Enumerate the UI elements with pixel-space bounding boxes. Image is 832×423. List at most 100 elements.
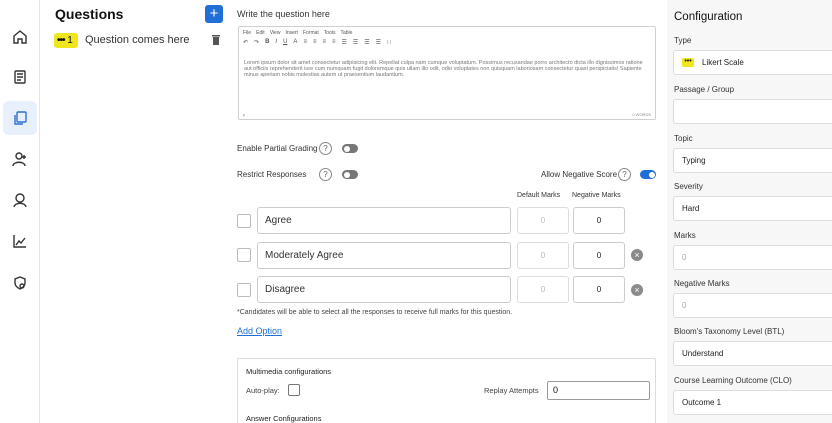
menu-view[interactable]: View	[270, 30, 281, 36]
rich-text-editor[interactable]: File Edit View Insert Format Tools Table…	[238, 26, 656, 120]
option-checkbox[interactable]	[237, 214, 251, 228]
topic-label: Topic	[674, 134, 693, 143]
negative-marks-label: Negative Marks	[674, 279, 730, 288]
numbered-list-icon[interactable]: ☰	[353, 39, 358, 46]
autoplay-checkbox[interactable]	[288, 384, 300, 396]
question-editor: Write the question here File Edit View I…	[230, 0, 660, 423]
default-marks-input[interactable]: 0	[517, 207, 569, 234]
negative-score-toggle[interactable]	[640, 170, 656, 179]
passage-label: Passage / Group	[674, 85, 735, 94]
default-marks-input[interactable]: 0	[517, 276, 569, 303]
restrict-responses-label: Restrict Responses	[237, 170, 307, 179]
clo-label: Course Learning Outcome (CLO)	[674, 376, 792, 385]
more-icon[interactable]: ∷	[387, 39, 391, 46]
rail-questions[interactable]	[3, 101, 37, 135]
multimedia-title: Multimedia configurations	[246, 367, 332, 376]
negative-marks-input[interactable]: 0	[573, 276, 625, 303]
replay-attempts-input[interactable]: 0	[547, 381, 650, 400]
settings-shield-icon	[14, 276, 26, 290]
question-type-badge: ••• 1	[54, 33, 78, 48]
negative-marks-header: Negative Marks	[572, 192, 621, 199]
menu-insert[interactable]: Insert	[285, 30, 298, 36]
topic-select[interactable]: Typing	[673, 148, 832, 173]
negative-score-help-icon[interactable]: ?	[618, 168, 631, 181]
analytics-icon	[13, 235, 26, 248]
question-number: 1	[67, 35, 73, 46]
align-justify-icon[interactable]: ≡	[332, 39, 336, 46]
partial-grading-toggle[interactable]	[342, 144, 358, 153]
partial-grading-help-icon[interactable]: ?	[319, 142, 332, 155]
type-select[interactable]: ••• Likert Scale	[673, 50, 832, 75]
menu-format[interactable]: Format	[303, 30, 319, 36]
editor-content[interactable]: Lorem ipsum dolor sit amet consectetur a…	[244, 60, 649, 78]
icon-rail	[0, 0, 40, 423]
autoplay-label: Auto-play:	[246, 386, 280, 395]
align-left-icon[interactable]: ≡	[303, 39, 307, 46]
answer-config-title: Answer Configurations	[246, 414, 322, 423]
passage-select[interactable]	[673, 99, 832, 124]
default-marks-input[interactable]: 0	[517, 242, 569, 269]
editor-path: p	[243, 112, 246, 117]
remove-option-icon[interactable]: ×	[631, 249, 643, 261]
partial-grading-label: Enable Partial Grading	[237, 144, 318, 153]
restrict-responses-toggle[interactable]	[342, 170, 358, 179]
restrict-responses-help-icon[interactable]: ?	[319, 168, 332, 181]
italic-button[interactable]: I	[275, 39, 277, 46]
home-icon	[13, 30, 27, 44]
question-list: Questions + ••• 1 Question comes here	[48, 0, 228, 423]
replay-attempts-label: Replay Attempts	[484, 386, 539, 395]
type-value: Likert Scale	[702, 58, 744, 67]
rail-courses[interactable]	[3, 60, 37, 94]
rail-user[interactable]	[3, 183, 37, 217]
likert-type-icon: •••	[682, 58, 694, 68]
full-marks-note: *Candidates will be able to select all t…	[237, 309, 513, 316]
remove-option-icon[interactable]: ×	[631, 284, 643, 296]
add-question-button[interactable]: +	[205, 5, 223, 23]
bold-button[interactable]: B	[265, 39, 269, 46]
option-text-input[interactable]: Agree	[257, 207, 511, 234]
marks-label: Marks	[674, 231, 696, 240]
questions-icon	[14, 111, 27, 125]
outdent-icon[interactable]: ☰	[364, 39, 369, 46]
option-checkbox[interactable]	[237, 283, 251, 297]
editor-toolbar: ↶ ↷ B I U A ≡ ≡ ≡ ≡ ☰ ☰ ☰ ☰ ∷	[243, 39, 391, 46]
rail-settings[interactable]	[3, 266, 37, 300]
btl-select[interactable]: Understand	[673, 341, 832, 366]
negative-marks-config-input[interactable]: 0	[673, 293, 832, 318]
negative-marks-input[interactable]: 0	[573, 207, 625, 234]
indent-icon[interactable]: ☰	[376, 39, 381, 46]
bullet-list-icon[interactable]: ☰	[342, 39, 347, 46]
rail-add-user[interactable]	[3, 142, 37, 176]
option-text-input[interactable]: Moderately Agree	[257, 242, 511, 269]
courses-icon	[14, 70, 26, 84]
align-center-icon[interactable]: ≡	[313, 39, 317, 46]
user-icon	[13, 193, 27, 208]
font-color-button[interactable]: A	[293, 39, 297, 46]
trash-icon[interactable]	[211, 34, 221, 45]
add-user-icon	[12, 152, 26, 167]
word-count: 0 WORDS	[632, 112, 651, 117]
clo-select[interactable]: Outcome 1	[673, 390, 832, 415]
add-option-link[interactable]: Add Option	[237, 326, 282, 336]
negative-score-label: Allow Negative Score	[541, 170, 618, 179]
rail-home[interactable]	[3, 20, 37, 54]
question-title: Question comes here	[85, 34, 190, 46]
undo-icon[interactable]: ↶	[243, 39, 248, 46]
align-right-icon[interactable]: ≡	[322, 39, 326, 46]
app: Questions + ••• 1 Question comes here Wr…	[0, 0, 832, 423]
default-marks-header: Default Marks	[517, 192, 561, 199]
menu-edit[interactable]: Edit	[256, 30, 265, 36]
underline-button[interactable]: U	[283, 39, 287, 46]
question-list-item[interactable]: ••• 1 Question comes here	[53, 32, 223, 50]
menu-tools[interactable]: Tools	[324, 30, 336, 36]
option-text-input[interactable]: Disagree	[257, 276, 511, 303]
option-checkbox[interactable]	[237, 248, 251, 262]
menu-table[interactable]: Table	[340, 30, 352, 36]
rail-analytics[interactable]	[3, 224, 37, 258]
severity-select[interactable]: Hard	[673, 196, 832, 221]
marks-input[interactable]: 0	[673, 245, 832, 270]
menu-file[interactable]: File	[243, 30, 251, 36]
redo-icon[interactable]: ↷	[254, 39, 259, 46]
negative-marks-input[interactable]: 0	[573, 242, 625, 269]
question-prompt: Write the question here	[237, 9, 330, 19]
